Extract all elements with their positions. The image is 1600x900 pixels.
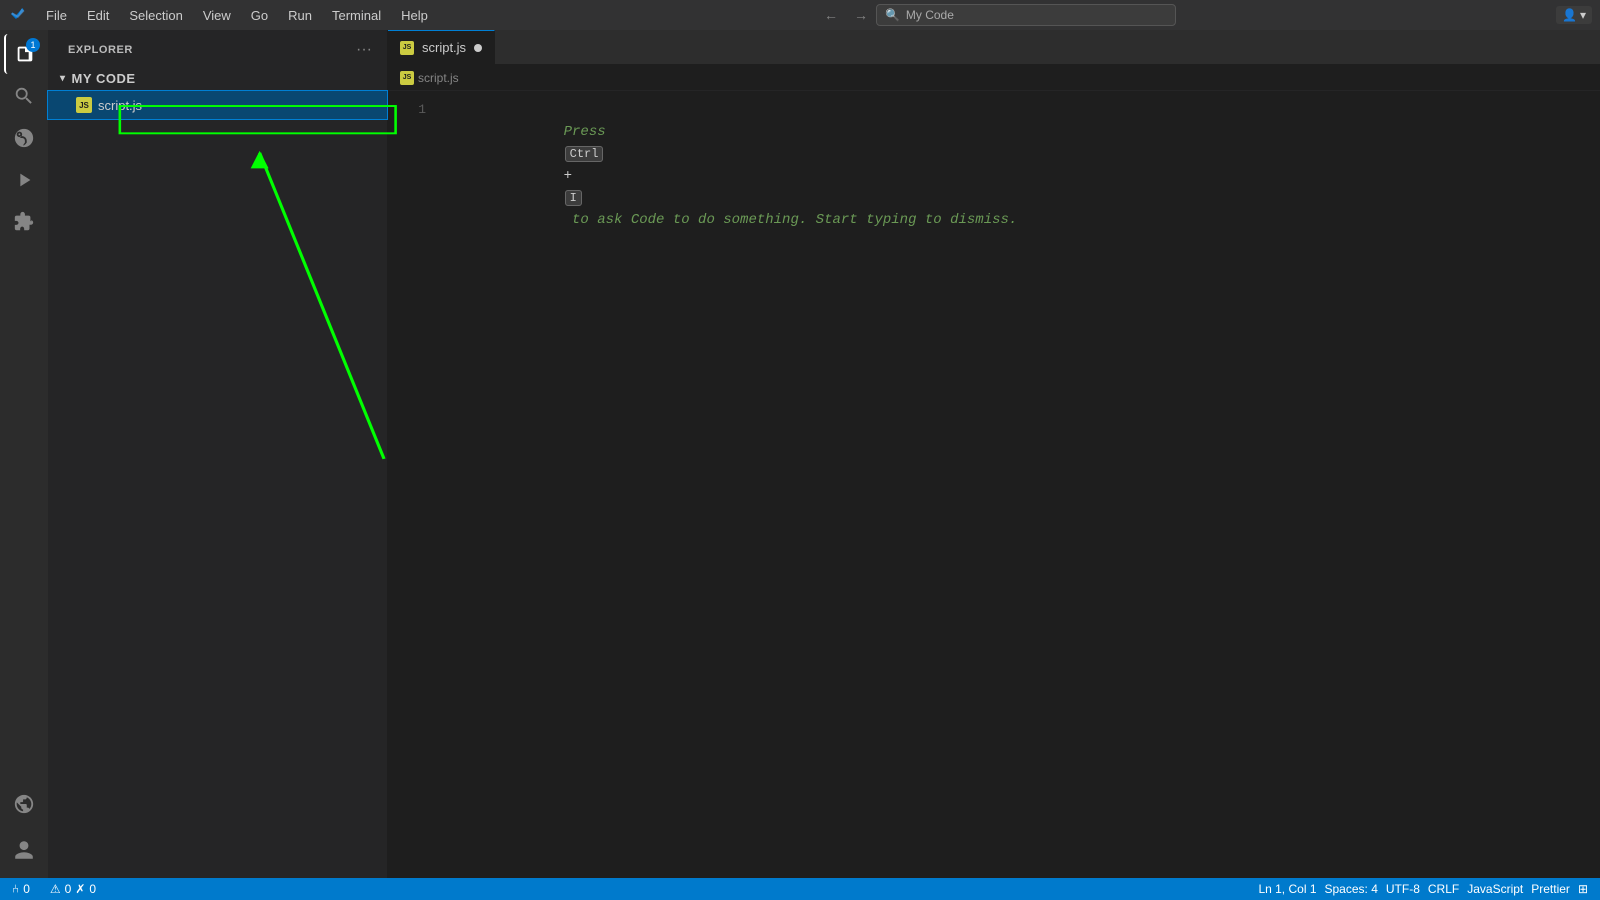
- menu-terminal[interactable]: Terminal: [324, 6, 389, 25]
- activity-bar: 1: [0, 30, 48, 878]
- ghost-text-press: Press: [564, 124, 606, 140]
- menu-view[interactable]: View: [195, 6, 239, 25]
- accounts-chevron: ▾: [1580, 8, 1586, 22]
- status-formatter[interactable]: Prettier: [1527, 882, 1574, 896]
- debug-icon: [13, 169, 35, 191]
- tab-scriptjs[interactable]: JS script.js: [388, 30, 495, 64]
- title-bar-center: ← → 🔍 My Code: [440, 4, 1552, 26]
- breadcrumb: JS script.js: [388, 65, 1600, 91]
- folder-chevron: ▾: [60, 73, 66, 84]
- activity-item-remote[interactable]: [4, 784, 44, 824]
- position-label: Ln 1, Col 1: [1258, 882, 1316, 896]
- breadcrumb-file: script.js: [418, 71, 459, 85]
- tab-dirty-indicator: [474, 44, 482, 52]
- file-name: script.js: [98, 98, 142, 113]
- nav-back[interactable]: ←: [816, 4, 846, 26]
- git-icon: [13, 127, 35, 149]
- language-label: JavaScript: [1467, 882, 1523, 896]
- accounts-icon: [13, 839, 35, 861]
- tab-js-icon: JS: [400, 41, 414, 55]
- activity-item-accounts[interactable]: [4, 830, 44, 870]
- menu-go[interactable]: Go: [243, 6, 276, 25]
- status-notifications[interactable]: ⊞: [1574, 882, 1592, 896]
- menu-file[interactable]: File: [38, 6, 75, 25]
- file-item-scriptjs[interactable]: JS script.js: [48, 91, 387, 119]
- status-encoding[interactable]: UTF-8: [1382, 882, 1424, 896]
- activity-item-search[interactable]: [4, 76, 44, 116]
- branch-icon: ⑃: [12, 882, 19, 896]
- error-icon: ⚠: [50, 882, 61, 896]
- ghost-text: Press Ctrl + I to ask Code to do somethi…: [446, 99, 1017, 253]
- activity-item-git[interactable]: [4, 118, 44, 158]
- status-spaces[interactable]: Spaces: 4: [1321, 882, 1382, 896]
- remote-icon: [13, 793, 35, 815]
- search-icon: 🔍: [885, 8, 900, 22]
- code-content[interactable]: Press Ctrl + I to ask Code to do somethi…: [438, 91, 1600, 878]
- nav-forward[interactable]: →: [846, 4, 876, 26]
- tab-label: script.js: [422, 40, 466, 55]
- breadcrumb-js-icon: JS: [400, 71, 414, 85]
- js-file-icon: JS: [76, 97, 92, 113]
- ctrl-key: Ctrl: [565, 146, 604, 162]
- plus-sign: +: [564, 168, 572, 184]
- menu-bar: File Edit Selection View Go Run Terminal…: [0, 0, 1600, 30]
- sidebar-more-button[interactable]: ···: [353, 39, 375, 61]
- activity-item-extensions[interactable]: [4, 202, 44, 242]
- status-branch[interactable]: ⑃ 0: [8, 878, 34, 900]
- title-bar-right: 👤 ▾: [1556, 6, 1592, 24]
- sidebar-header: EXPLORER ···: [48, 30, 387, 65]
- warning-count: 0: [89, 882, 96, 896]
- folder-section: ▾ MY CODE JS script.js: [48, 65, 387, 119]
- formatter-label: Prettier: [1531, 882, 1570, 896]
- i-key: I: [565, 190, 582, 206]
- search-placeholder: My Code: [906, 8, 954, 22]
- main-area: 1: [0, 30, 1600, 878]
- status-right: Ln 1, Col 1 Spaces: 4 UTF-8 CRLF JavaScr…: [1254, 882, 1592, 896]
- code-area[interactable]: 1 Press Ctrl + I to ask Code to do somet…: [388, 91, 1600, 878]
- ghost-text-after: to ask Code to do something. Start typin…: [564, 212, 1018, 228]
- search-icon: [13, 85, 35, 107]
- line-numbers: 1: [388, 91, 438, 878]
- status-language[interactable]: JavaScript: [1463, 882, 1527, 896]
- error-count: 0: [65, 882, 72, 896]
- menu-selection[interactable]: Selection: [121, 6, 190, 25]
- activity-item-explorer[interactable]: 1: [4, 34, 44, 74]
- accounts-icon: 👤: [1562, 8, 1577, 22]
- sidebar-actions: ···: [353, 39, 375, 61]
- line-number-1: 1: [396, 99, 426, 121]
- tab-bar: JS script.js: [388, 30, 1600, 65]
- warning-icon: ✗: [75, 882, 85, 896]
- status-bar: ⑃ 0 ⚠ 0 ✗ 0 Ln 1, Col 1 Spaces: 4 UTF-8 …: [0, 878, 1600, 900]
- activity-bar-bottom: [4, 784, 44, 878]
- activity-item-debug[interactable]: [4, 160, 44, 200]
- folder-header[interactable]: ▾ MY CODE: [48, 65, 387, 91]
- editor-wrapper: JS script.js JS script.js 1 Press: [388, 30, 1600, 878]
- activity-badge: 1: [26, 38, 40, 52]
- accounts-button[interactable]: 👤 ▾: [1556, 6, 1592, 24]
- menu-help[interactable]: Help: [393, 6, 436, 25]
- code-line-1: Press Ctrl + I to ask Code to do somethi…: [446, 99, 1600, 121]
- status-errors[interactable]: ⚠ 0 ✗ 0: [46, 878, 100, 900]
- status-position[interactable]: Ln 1, Col 1: [1254, 882, 1320, 896]
- eol-label: CRLF: [1428, 882, 1459, 896]
- menu-run[interactable]: Run: [280, 6, 320, 25]
- status-eol[interactable]: CRLF: [1424, 882, 1463, 896]
- sidebar: EXPLORER ··· ▾ MY CODE JS script.js: [48, 30, 388, 878]
- spaces-label: Spaces: 4: [1325, 882, 1378, 896]
- encoding-label: UTF-8: [1386, 882, 1420, 896]
- vscode-logo: [8, 5, 28, 25]
- branch-label: 0: [23, 882, 30, 896]
- search-bar[interactable]: 🔍 My Code: [876, 4, 1176, 26]
- extensions-icon: [13, 211, 35, 233]
- sidebar-title: EXPLORER: [68, 44, 133, 56]
- notifications-icon: ⊞: [1578, 882, 1588, 896]
- menu-edit[interactable]: Edit: [79, 6, 117, 25]
- folder-name: MY CODE: [72, 71, 136, 86]
